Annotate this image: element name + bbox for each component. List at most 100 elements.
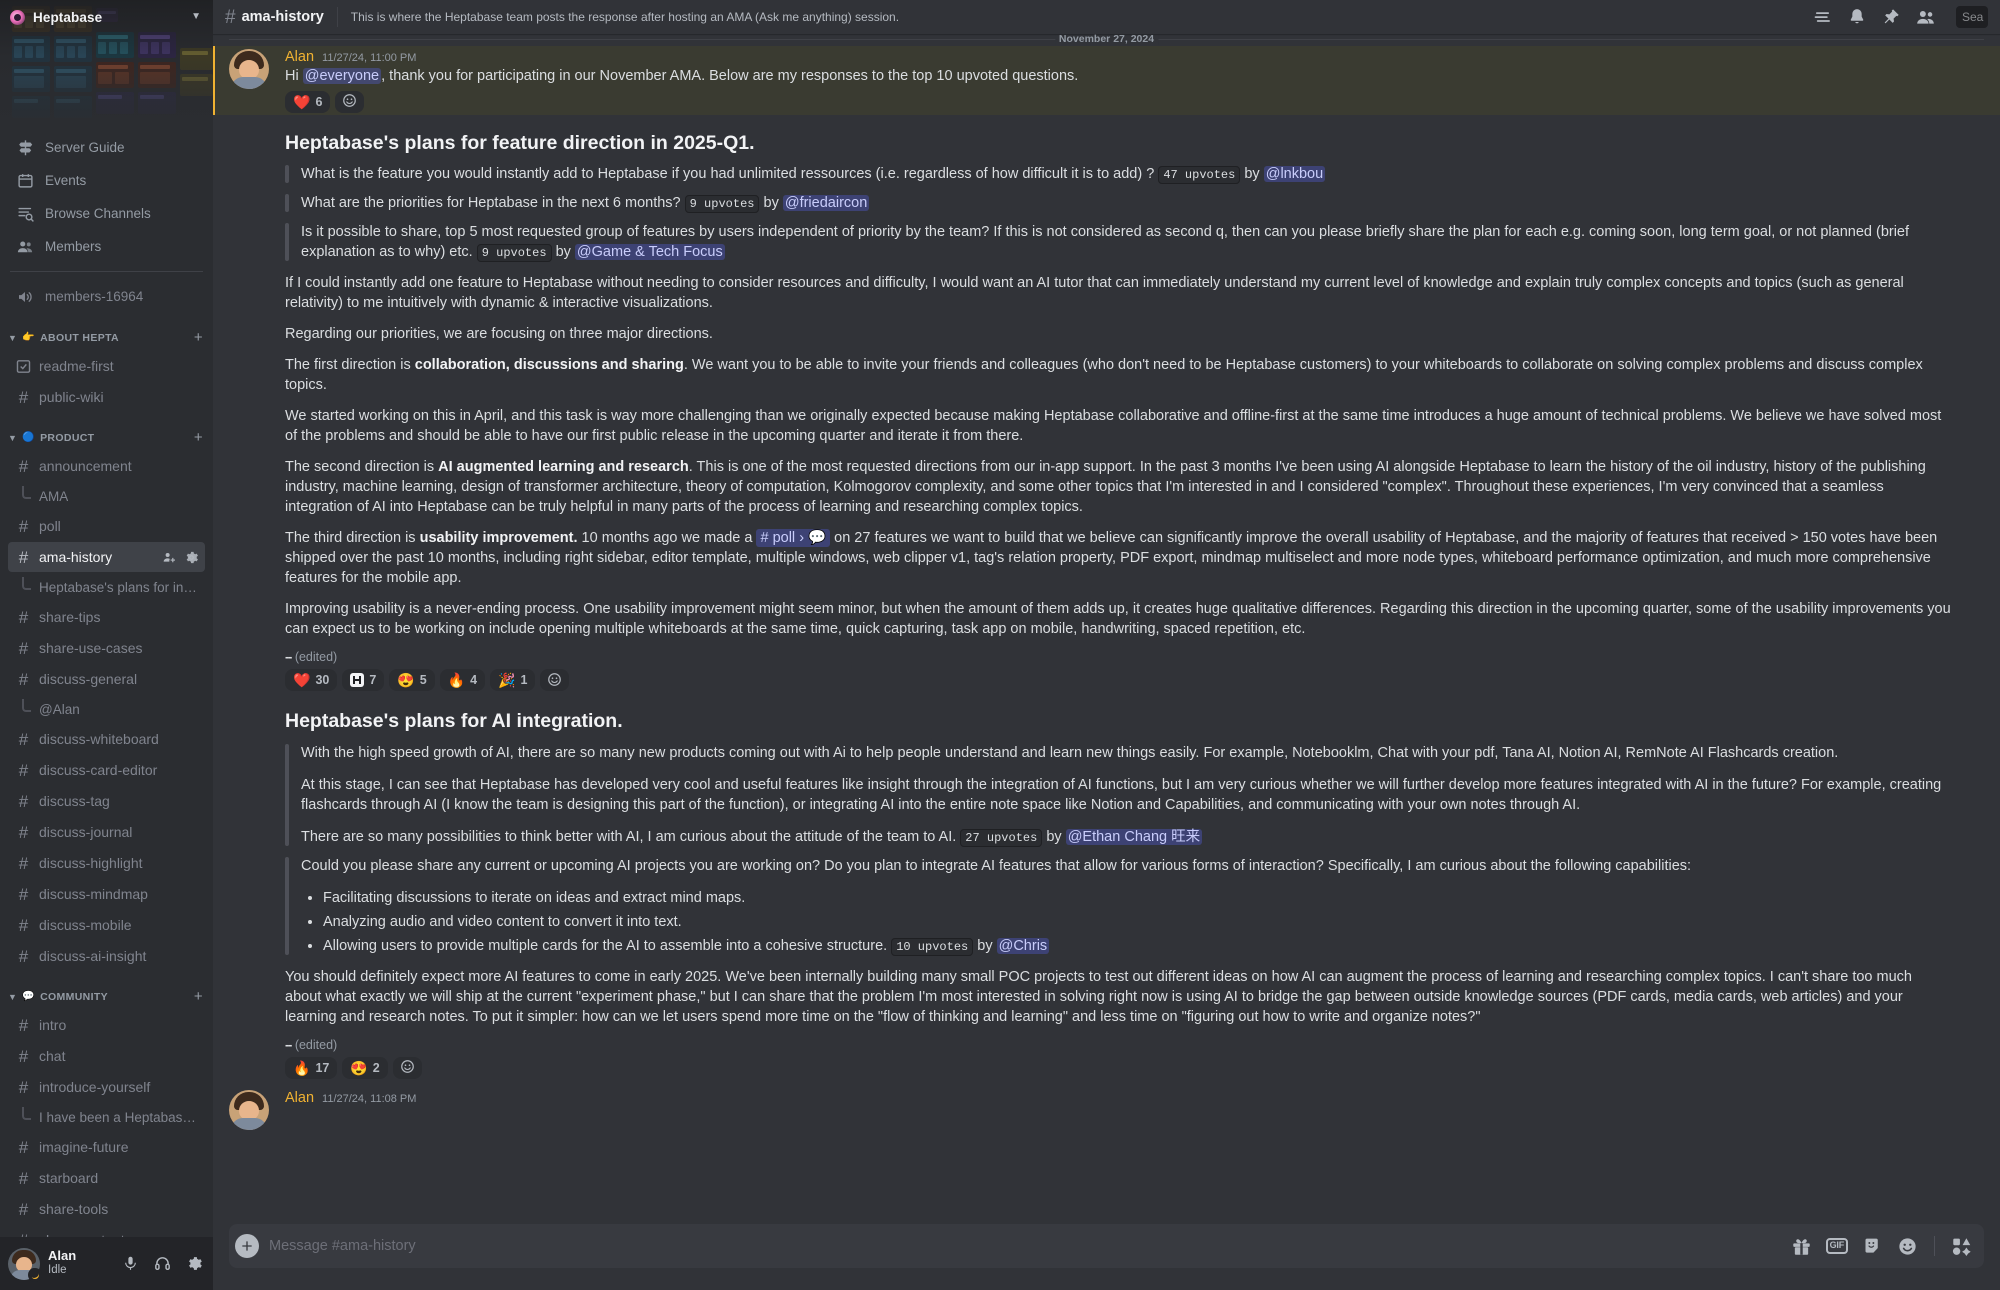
add-channel-icon[interactable]: + (194, 330, 203, 345)
reaction-heart[interactable]: ❤️ 30 (285, 669, 338, 692)
sidebar-item-discuss-journal[interactable]: # discuss-journal (8, 817, 205, 847)
search-input[interactable]: Sea (1956, 6, 1988, 28)
sidebar-item-discuss-ai-insight[interactable]: # discuss-ai-insight (8, 941, 205, 971)
sidebar-item-share-tips[interactable]: # share-tips (8, 602, 205, 632)
sidebar-item-label: Members (45, 239, 102, 254)
settings-gear-button[interactable] (179, 1249, 209, 1279)
sidebar-item-discuss-mindmap[interactable]: # discuss-mindmap (8, 879, 205, 909)
create-invite-icon[interactable] (162, 550, 177, 565)
date-separator-label: November 27, 2024 (1054, 34, 1159, 45)
sidebar-thread-i-have-been-a-heptabase[interactable]: I have been a Heptabase… (8, 1103, 205, 1131)
microphone-button[interactable] (115, 1249, 145, 1279)
mention-user[interactable]: @friedaircon (782, 195, 870, 212)
sidebar-item-discuss-highlight[interactable]: # discuss-highlight (8, 848, 205, 878)
sidebar-item-discuss-tag[interactable]: # discuss-tag (8, 786, 205, 816)
mention-user[interactable]: @Chris (996, 937, 1050, 954)
message-section-feature-direction[interactable]: Heptabase's plans for feature direction … (213, 115, 2000, 693)
sidebar-item-imagine-future[interactable]: # imagine-future (8, 1132, 205, 1162)
add-reaction-button[interactable] (335, 90, 365, 113)
message-author[interactable]: Alan (285, 48, 314, 67)
channel-actions (162, 550, 199, 565)
reaction-heart[interactable]: ❤️ 6 (285, 90, 331, 113)
reaction-count: 30 (315, 673, 330, 688)
chevron-down-icon[interactable]: ▼ (191, 12, 201, 22)
emoji-icon[interactable] (1897, 1236, 1918, 1257)
apps-icon[interactable] (1951, 1236, 1972, 1257)
avatar[interactable] (8, 1247, 42, 1282)
reaction-party-popper[interactable]: 🎉 1 (490, 669, 536, 692)
channel-mention-poll[interactable]: # poll › 💬 (756, 529, 831, 548)
mention-everyone[interactable]: @everyone (302, 67, 382, 84)
hash-icon: # (18, 853, 29, 873)
pinned-messages-icon[interactable] (1881, 7, 1901, 27)
mention-user[interactable]: @Game & Tech Focus (574, 244, 725, 261)
headphones-button[interactable] (147, 1249, 177, 1279)
channel-topic: This is where the Heptabase team posts t… (350, 10, 900, 24)
sidebar-item-announcement[interactable]: # announcement (8, 451, 205, 481)
avatar[interactable] (229, 1089, 269, 1130)
hash-icon: # (18, 1077, 29, 1097)
sticker-icon[interactable] (1862, 1236, 1883, 1257)
sidebar-item-readme-first[interactable]: readme-first (8, 351, 205, 381)
sidebar-thread-ama[interactable]: AMA (8, 482, 205, 510)
message-section-ai-integration[interactable]: Heptabase's plans for AI integration. Wi… (213, 693, 2000, 1080)
mention-user[interactable]: @lnkbou (1263, 166, 1326, 183)
category-product[interactable]: ▼ 🔵 PRODUCT + (0, 413, 213, 450)
message-input[interactable]: Message #ama-history (269, 1238, 1781, 1254)
sidebar-item-discuss-card-editor[interactable]: # discuss-card-editor (8, 755, 205, 785)
category-community[interactable]: ▼ 💬 COMMUNITY + (0, 972, 213, 1009)
thread-label: AMA (39, 488, 69, 504)
message-next[interactable]: Alan 11/27/24, 11:08 PM (213, 1081, 2000, 1130)
sidebar-item-share-tools[interactable]: # share-tools (8, 1194, 205, 1224)
composer-box[interactable]: Message #ama-history GIF (229, 1224, 1984, 1268)
add-reaction-button[interactable] (392, 1056, 422, 1079)
sidebar-item-poll[interactable]: # poll (8, 511, 205, 541)
sidebar-item-members[interactable]: Members (8, 230, 205, 263)
mention-user[interactable]: @Ethan Chang 旺来 (1065, 828, 1203, 845)
sidebar-item-public-wiki[interactable]: # public-wiki (8, 382, 205, 412)
sidebar-item-introduce-yourself[interactable]: # introduce-yourself (8, 1072, 205, 1102)
category-about-hepta[interactable]: ▼ 👉 ABOUT HEPTA + (0, 313, 213, 350)
gif-icon[interactable]: GIF (1825, 1238, 1848, 1254)
reaction-heart-eyes[interactable]: 😍 2 (342, 1056, 388, 1079)
sidebar-item-browse-channels[interactable]: Browse Channels (8, 197, 205, 230)
sidebar-item-ama-history[interactable]: # ama-history (8, 542, 205, 572)
message-author[interactable]: Alan (285, 1089, 314, 1108)
reaction-bar: 🔥 17 😍 2 (285, 1056, 1952, 1079)
sidebar-item-voice-members[interactable]: members-16964 (8, 280, 205, 313)
sidebar-item-intro[interactable]: # intro (8, 1010, 205, 1040)
notification-bell-icon[interactable] (1847, 7, 1867, 27)
message-scroller[interactable]: November 27, 2024 Alan 11/27/24, 11:00 P… (213, 34, 2000, 1224)
channel-label: discuss-tag (39, 793, 110, 809)
message-header-block[interactable]: Alan 11/27/24, 11:00 PM Hi @everyone, th… (213, 46, 2000, 115)
sidebar-item-chat[interactable]: # chat (8, 1041, 205, 1071)
server-header[interactable]: Heptabase ▼ (0, 0, 213, 34)
gift-icon[interactable] (1791, 1236, 1812, 1257)
list-item: Facilitating discussions to iterate on i… (323, 888, 1952, 908)
sidebar-thread-alan[interactable]: @Alan (8, 695, 205, 723)
add-reaction-button[interactable] (540, 669, 570, 692)
sidebar-item-share-use-cases[interactable]: # share-use-cases (8, 633, 205, 663)
reaction-fire[interactable]: 🔥 17 (285, 1056, 338, 1079)
user-info[interactable]: Alan Idle (48, 1248, 107, 1277)
sidebar-item-discuss-mobile[interactable]: # discuss-mobile (8, 910, 205, 940)
member-list-icon[interactable] (1915, 7, 1936, 28)
sidebar-item-server-guide[interactable]: Server Guide (8, 131, 205, 164)
avatar[interactable] (229, 49, 269, 89)
sidebar-thread-heptabase-plans[interactable]: Heptabase's plans for in… (8, 573, 205, 601)
user-actions (115, 1249, 209, 1279)
add-channel-icon[interactable]: + (194, 989, 203, 1004)
reaction-count: 5 (419, 673, 427, 688)
threads-icon[interactable] (1812, 7, 1833, 28)
sidebar-item-starboard[interactable]: # starboard (8, 1163, 205, 1193)
sidebar-item-discuss-whiteboard[interactable]: # discuss-whiteboard (8, 724, 205, 754)
gear-icon[interactable] (184, 550, 199, 565)
attach-file-button[interactable] (235, 1234, 259, 1258)
sidebar-item-discuss-general[interactable]: # discuss-general (8, 664, 205, 694)
sidebar-item-events[interactable]: Events (8, 164, 205, 197)
add-channel-icon[interactable]: + (194, 430, 203, 445)
server-banner: Heptabase ▼ (0, 0, 213, 125)
reaction-heart-eyes[interactable]: 😍 5 (389, 669, 435, 692)
reaction-heptabase-logo[interactable]: 7 (342, 669, 385, 692)
reaction-fire[interactable]: 🔥 4 (439, 669, 486, 692)
